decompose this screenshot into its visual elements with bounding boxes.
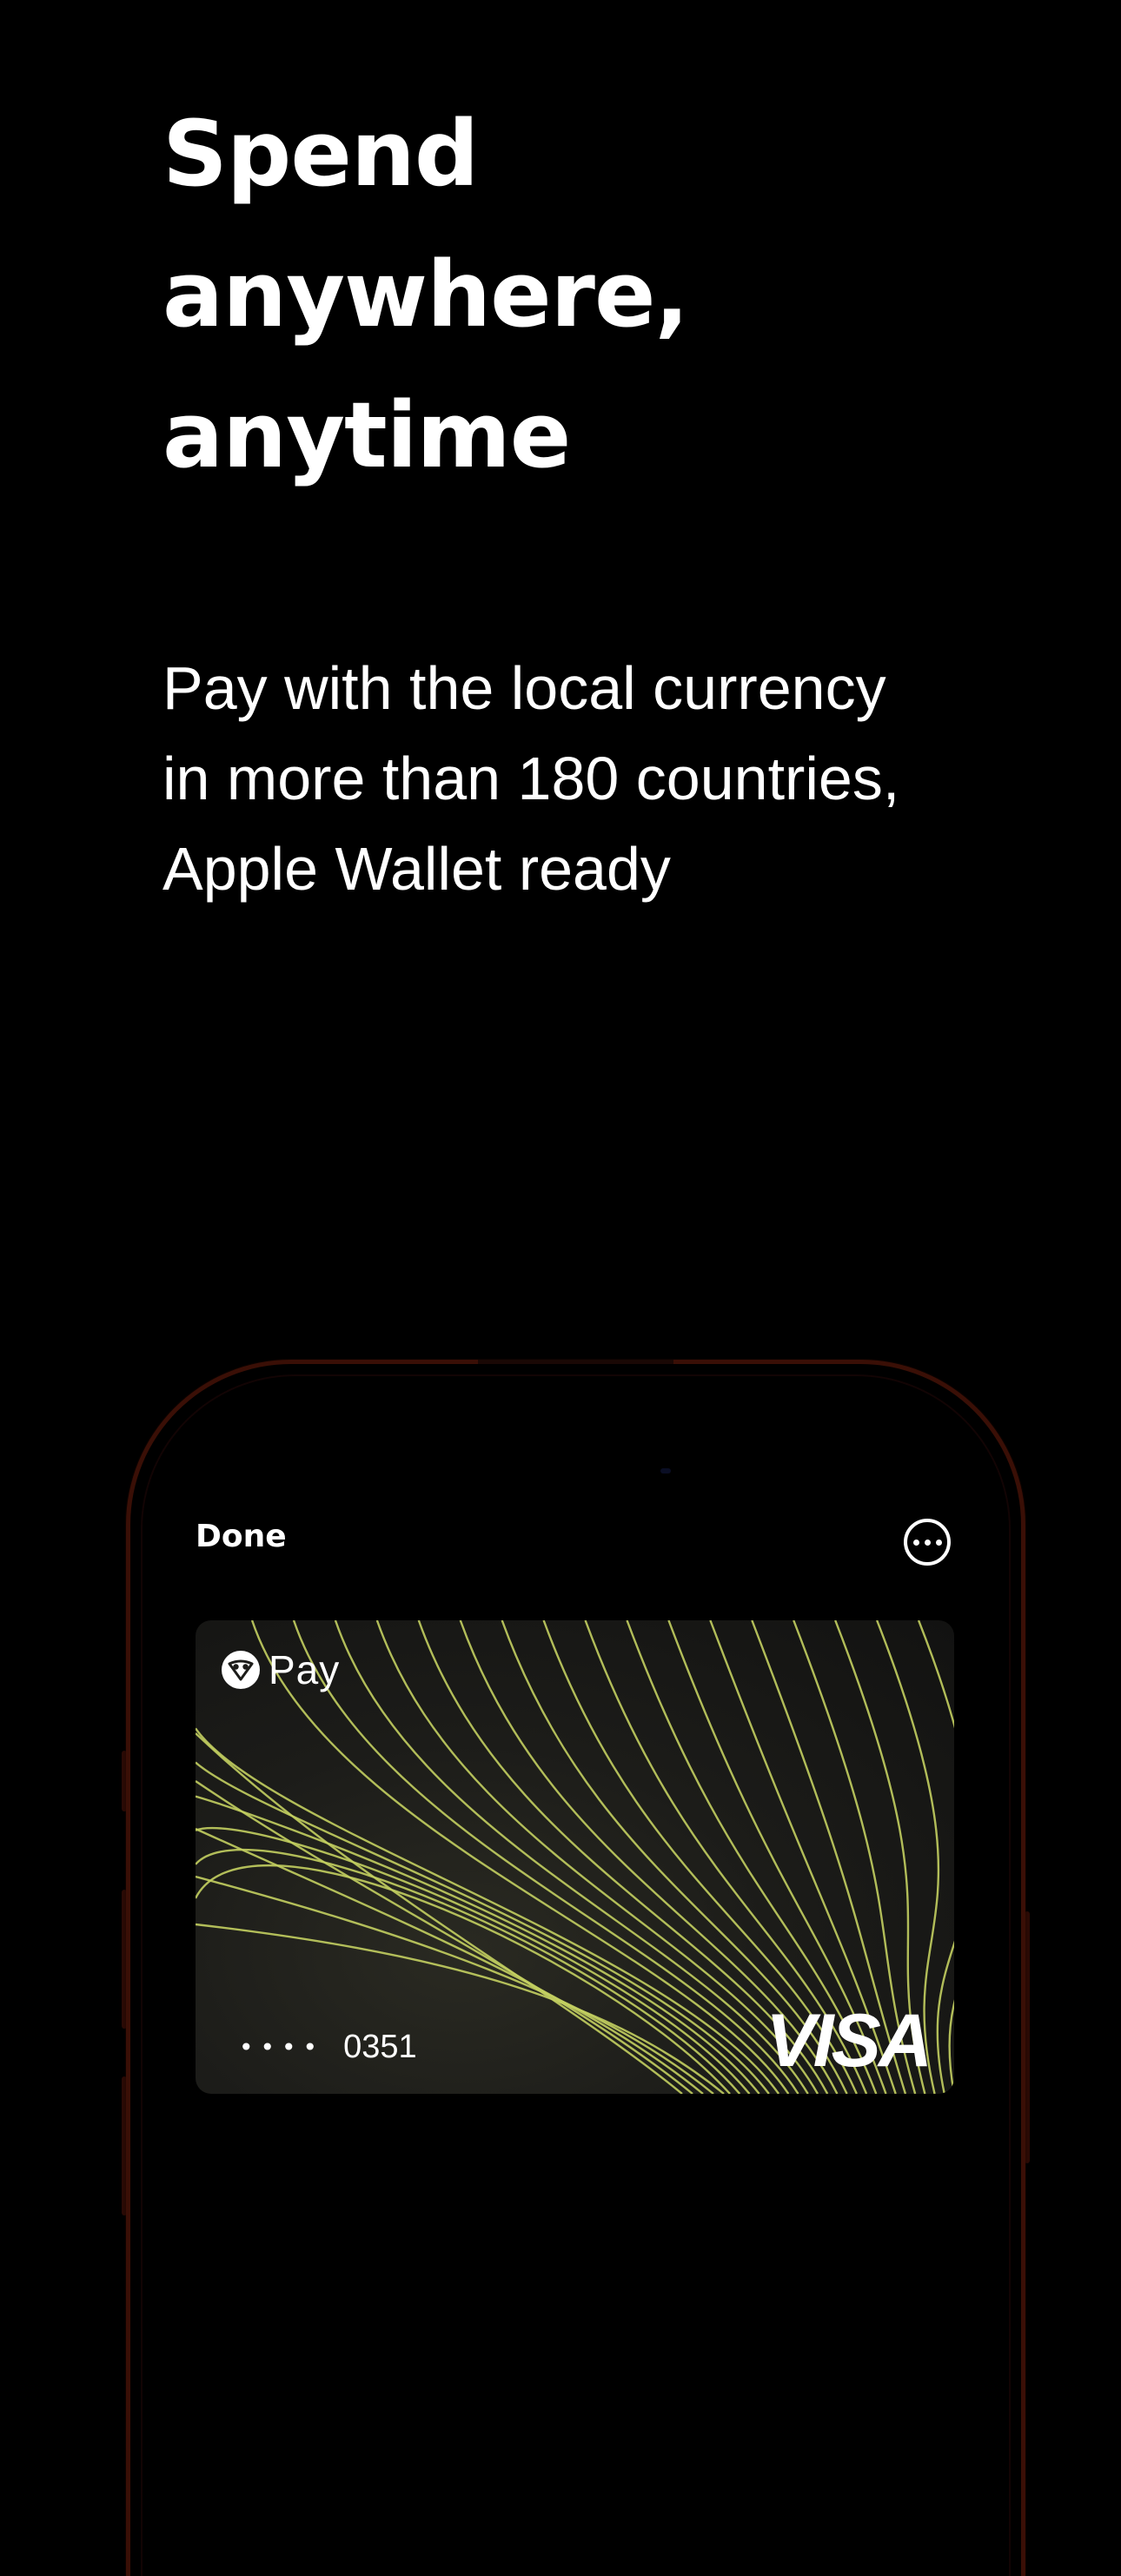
subtitle-line-2: in more than 180 countries,	[163, 745, 900, 812]
card-brand-logo: Pay	[222, 1646, 340, 1693]
subtitle: Pay with the local currency in more than…	[163, 643, 1031, 914]
phone-speaker-grille	[478, 1360, 673, 1364]
done-button[interactable]: Done	[196, 1519, 287, 1554]
card-last-four: 0351	[343, 2029, 417, 2065]
card-number: •••• 0351	[239, 2029, 417, 2066]
payment-card[interactable]: Pay •••• 0351 VISA	[196, 1620, 954, 2094]
more-options-button[interactable]	[904, 1519, 951, 1566]
headline-line-3: anytime	[163, 382, 571, 488]
visa-logo: VISA	[766, 1999, 932, 2083]
card-number-mask: ••••	[239, 2033, 325, 2062]
front-camera	[660, 1468, 671, 1473]
card-brand-label: Pay	[269, 1647, 341, 1692]
card-wave-line	[948, 1999, 954, 2094]
subtitle-line-1: Pay with the local currency	[163, 654, 886, 722]
headline-line-1: Spend	[163, 101, 479, 207]
subtitle-line-3: Apple Wallet ready	[163, 835, 671, 903]
card-wave-line	[375, 1620, 819, 2094]
ellipsis-dot	[924, 1539, 931, 1546]
ellipsis-circle-icon	[912, 1539, 919, 1546]
ellipsis-dot	[935, 1539, 942, 1546]
owl-logo-icon	[222, 1651, 260, 1689]
headline: Spend anywhere, anytime	[163, 83, 1031, 506]
headline-line-2: anywhere,	[163, 242, 689, 348]
